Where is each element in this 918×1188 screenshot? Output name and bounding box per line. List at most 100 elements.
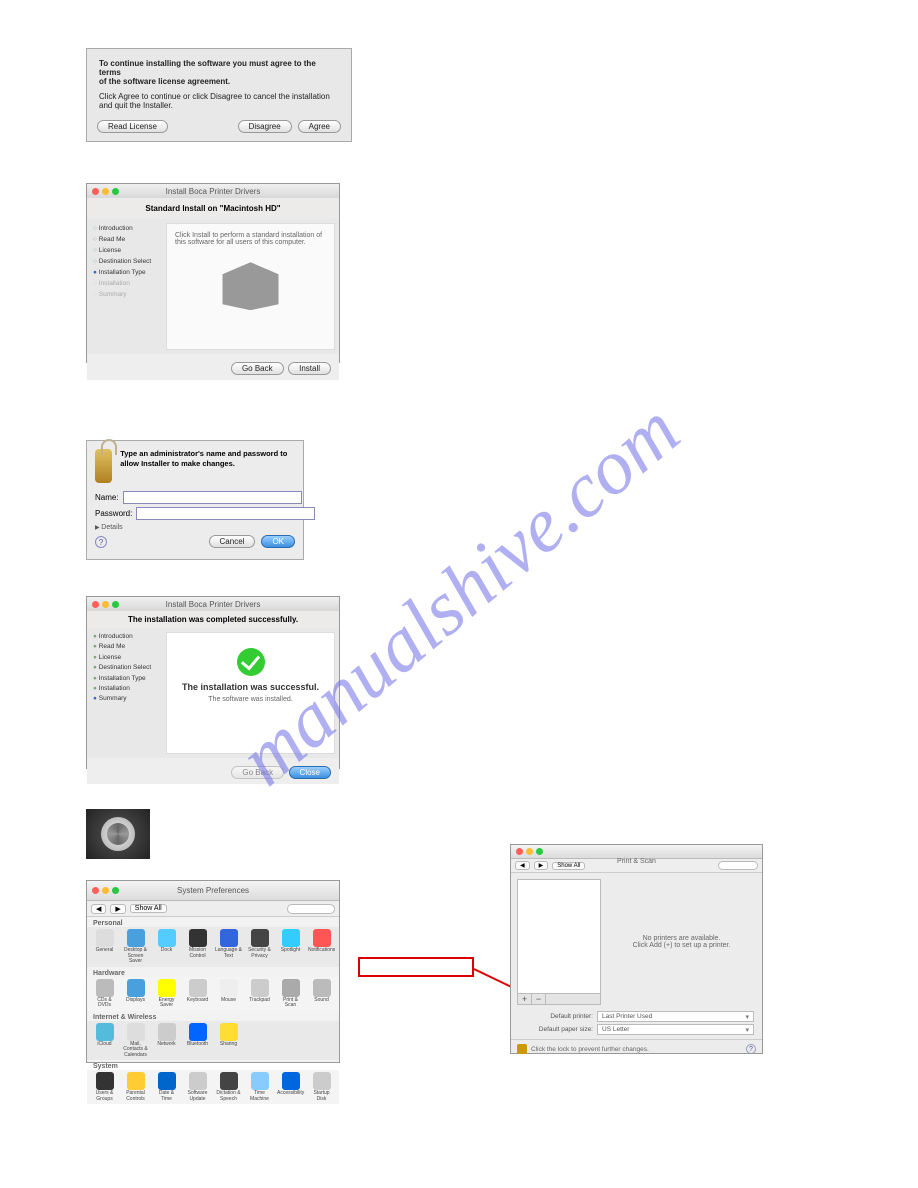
window-controls[interactable] xyxy=(511,845,762,858)
step-installation: Installation xyxy=(93,684,156,694)
license-agree-dialog: To continue installing the software you … xyxy=(86,48,352,142)
agree-body-2: and quit the Installer. xyxy=(99,101,339,110)
pref-icloud[interactable]: iCloud xyxy=(91,1023,118,1048)
step-introduction: Introduction xyxy=(93,223,156,234)
help-button[interactable]: ? xyxy=(746,1044,756,1054)
name-input[interactable] xyxy=(123,491,302,504)
step-installation: Installation xyxy=(93,278,156,289)
pref-software-update[interactable]: Software Update xyxy=(184,1072,211,1102)
default-paper-select[interactable]: US Letter xyxy=(597,1024,754,1035)
install-button[interactable]: Install xyxy=(288,362,331,375)
default-printer-label: Default printer: xyxy=(519,1013,597,1020)
auth-dialog: Type an administrator's name and passwor… xyxy=(86,440,304,560)
step-install-type: Installation Type xyxy=(93,267,156,278)
cancel-button[interactable]: Cancel xyxy=(209,535,256,548)
success-check-icon xyxy=(237,648,265,676)
window-title: Install Boca Printer Drivers xyxy=(87,187,339,196)
step-summary: Summary xyxy=(93,694,156,704)
pref-notifications[interactable]: Notifications xyxy=(308,929,335,954)
remove-printer-button[interactable]: − xyxy=(532,994,546,1004)
agree-button[interactable]: Agree xyxy=(298,120,341,133)
pref-network[interactable]: Network xyxy=(153,1023,180,1048)
pref-dock[interactable]: Dock xyxy=(153,929,180,954)
back-button[interactable]: ◀ xyxy=(91,904,106,914)
pref-displays[interactable]: Displays xyxy=(122,979,149,1004)
section-hardware: Hardware xyxy=(87,967,339,977)
pref-sound[interactable]: Sound xyxy=(308,979,335,1004)
ok-button[interactable]: OK xyxy=(261,535,295,548)
pref-energy-saver[interactable]: Energy Saver xyxy=(153,979,180,1009)
pref-dictation[interactable]: Dictation & Speech xyxy=(215,1072,242,1102)
step-license: License xyxy=(93,653,156,663)
success-subtitle: The software was installed. xyxy=(167,696,334,703)
pref-cds-dvds[interactable]: CDs & DVDs xyxy=(91,979,118,1009)
step-introduction: Introduction xyxy=(93,632,156,642)
agree-heading-2: of the software license agreement. xyxy=(99,77,339,86)
pref-keyboard[interactable]: Keyboard xyxy=(184,979,211,1004)
step-install-type: Installation Type xyxy=(93,674,156,684)
section-system: System xyxy=(87,1060,339,1070)
pref-date-time[interactable]: Date & Time xyxy=(153,1072,180,1102)
pref-desktop[interactable]: Desktop & Screen Saver xyxy=(122,929,149,965)
system-preferences-dock-icon[interactable] xyxy=(86,809,150,859)
agree-body-1: Click Agree to continue or click Disagre… xyxy=(99,92,339,101)
default-paper-label: Default paper size: xyxy=(519,1026,597,1033)
details-disclosure[interactable]: Details xyxy=(95,524,295,531)
pref-time-machine[interactable]: Time Machine xyxy=(246,1072,273,1102)
pref-startup-disk[interactable]: Startup Disk xyxy=(308,1072,335,1102)
gear-icon xyxy=(101,817,135,851)
pref-parental[interactable]: Parental Controls xyxy=(122,1072,149,1102)
default-printer-select[interactable]: Last Printer Used xyxy=(597,1011,754,1022)
lock-text: Click the lock to prevent further change… xyxy=(531,1046,649,1053)
callout-box xyxy=(358,957,474,977)
close-button[interactable]: Close xyxy=(289,766,331,779)
pref-spotlight[interactable]: Spotlight xyxy=(277,929,304,954)
window-title: Install Boca Printer Drivers xyxy=(87,600,339,609)
step-readme: Read Me xyxy=(93,642,156,652)
pref-security[interactable]: Security & Privacy xyxy=(246,929,273,959)
disagree-button[interactable]: Disagree xyxy=(238,120,292,133)
add-printer-button[interactable]: + xyxy=(518,994,532,1004)
password-input[interactable] xyxy=(136,507,315,520)
name-label: Name: xyxy=(95,493,123,502)
pref-print-scan[interactable]: Print & Scan xyxy=(277,979,304,1009)
forward-button[interactable]: ▶ xyxy=(110,904,125,914)
installer-body-text: Click Install to perform a standard inst… xyxy=(175,232,326,246)
lock-icon[interactable] xyxy=(517,1044,527,1054)
go-back-button: Go Back xyxy=(231,766,284,779)
installer-steps: Introduction Read Me License Destination… xyxy=(87,219,162,354)
section-personal: Personal xyxy=(87,917,339,927)
lock-icon xyxy=(95,449,112,483)
success-heading: The installation was completed successfu… xyxy=(87,611,339,628)
help-button[interactable]: ? xyxy=(95,536,107,548)
pref-general[interactable]: General xyxy=(91,929,118,954)
pref-mouse[interactable]: Mouse xyxy=(215,979,242,1004)
installer-steps: Introduction Read Me License Destination… xyxy=(87,628,162,758)
pref-mail-contacts[interactable]: Mail, Contacts & Calendars xyxy=(122,1023,149,1059)
print-scan-window: Print & Scan ◀ ▶ Show All + − No printer… xyxy=(510,844,763,1054)
pref-mission-control[interactable]: Mission Control xyxy=(184,929,211,959)
go-back-button[interactable]: Go Back xyxy=(231,362,284,375)
package-icon xyxy=(216,250,286,310)
window-title: System Preferences xyxy=(87,886,339,895)
step-license: License xyxy=(93,245,156,256)
installer-window-success: Install Boca Printer Drivers The install… xyxy=(86,596,340,769)
pref-users[interactable]: Users & Groups xyxy=(91,1072,118,1102)
password-label: Password: xyxy=(95,509,136,518)
agree-heading-1: To continue installing the software you … xyxy=(99,59,339,77)
step-destination: Destination Select xyxy=(93,256,156,267)
read-license-button[interactable]: Read License xyxy=(97,120,168,133)
installer-heading: Standard Install on "Macintosh HD" xyxy=(87,198,339,219)
installer-window-install-type: Install Boca Printer Drivers Standard In… xyxy=(86,183,340,363)
add-hint-text: Click Add (+) to set up a printer. xyxy=(633,942,731,949)
pref-accessibility[interactable]: Accessibility xyxy=(277,1072,304,1097)
show-all-button[interactable]: Show All xyxy=(130,904,167,913)
no-printers-text: No printers are available. xyxy=(643,935,721,942)
pref-language[interactable]: Language & Text xyxy=(215,929,242,959)
search-field[interactable] xyxy=(287,904,335,914)
pref-bluetooth[interactable]: Bluetooth xyxy=(184,1023,211,1048)
pref-sharing[interactable]: Sharing xyxy=(215,1023,242,1048)
pref-trackpad[interactable]: Trackpad xyxy=(246,979,273,1004)
auth-message: Type an administrator's name and passwor… xyxy=(120,449,295,483)
printer-list: + − xyxy=(517,879,601,1005)
